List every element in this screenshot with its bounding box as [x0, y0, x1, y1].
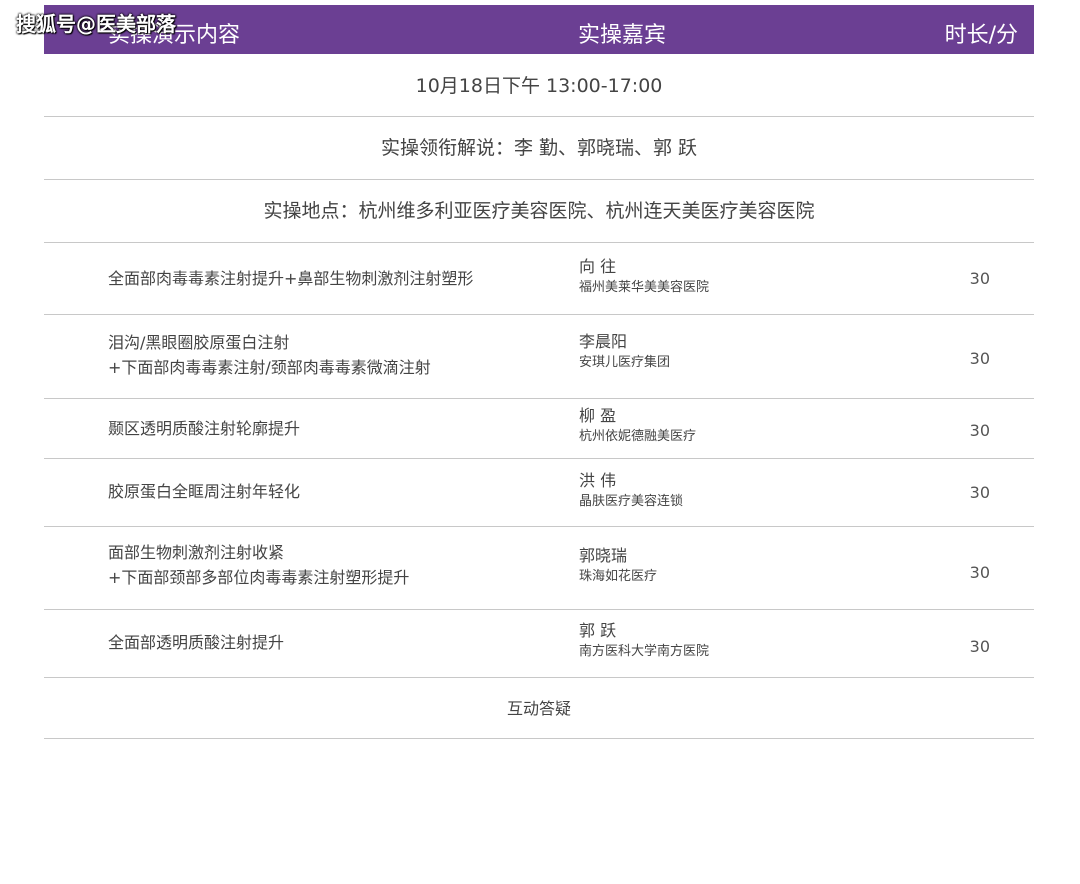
guest-organization: 珠海如花医疗	[579, 569, 658, 584]
topic-line: 泪沟/黑眼圈胶原蛋白注射	[108, 333, 290, 352]
session-date-row: 10月18日下午 13:00-17:00	[44, 54, 1034, 117]
session-venue-row: 实操地点：杭州维多利亚医疗美容医院、杭州连天美医疗美容医院	[44, 180, 1034, 243]
table-row: 面部生物刺激剂注射收紧 +下面部颈部多部位肉毒毒素注射塑形提升 郭晓瑞 珠海如花…	[44, 527, 1034, 610]
topic-cell: 全面部透明质酸注射提升	[108, 630, 284, 655]
schedule-table: 实操演示内容 实操嘉宾 时长/分 10月18日下午 13:00-17:00 实操…	[44, 5, 1034, 739]
guest-organization: 福州美莱华美美容医院	[579, 280, 710, 295]
topic-cell: 颞区透明质酸注射轮廓提升	[108, 416, 300, 441]
topic-line: +下面部颈部多部位肉毒毒素注射塑形提升	[108, 568, 410, 587]
header-duration-column: 时长/分	[944, 23, 1018, 48]
duration-cell: 30	[969, 269, 990, 288]
guest-organization: 晶肤医疗美容连锁	[579, 494, 684, 509]
guest-cell: 洪 伟 晶肤医疗美容连锁	[579, 470, 683, 512]
topic-line: 胶原蛋白全眶周注射年轻化	[108, 482, 301, 501]
table-row: 全面部肉毒毒素注射提升+鼻部生物刺激剂注射塑形 向 往 福州美莱华美美容医院 3…	[44, 243, 1034, 315]
session-lead-row: 实操领衔解说：李 勤、郭晓瑞、郭 跃	[44, 117, 1034, 180]
table-row: 胶原蛋白全眶周注射年轻化 洪 伟 晶肤医疗美容连锁 30	[44, 459, 1034, 527]
guest-name: 柳 盈	[579, 406, 617, 425]
topic-line: 全面部透明质酸注射提升	[108, 633, 285, 652]
duration-cell: 30	[969, 637, 990, 656]
guest-organization: 安琪儿医疗集团	[579, 355, 671, 370]
topic-cell: 胶原蛋白全眶周注射年轻化	[108, 479, 300, 504]
guest-organization: 南方医科大学南方医院	[579, 644, 710, 659]
guest-cell: 郭 跃 南方医科大学南方医院	[579, 620, 709, 662]
table-row: 泪沟/黑眼圈胶原蛋白注射 +下面部肉毒毒素注射/颈部肉毒毒素微滴注射 李晨阳 安…	[44, 315, 1034, 399]
guest-name: 郭 跃	[579, 621, 617, 640]
guest-name: 向 往	[579, 257, 617, 276]
duration-cell: 30	[969, 349, 990, 368]
topic-cell: 面部生物刺激剂注射收紧 +下面部颈部多部位肉毒毒素注射塑形提升	[108, 540, 409, 590]
guest-organization: 杭州依妮德融美医疗	[579, 429, 697, 444]
duration-cell: 30	[969, 421, 990, 440]
topic-line: 面部生物刺激剂注射收紧	[108, 543, 285, 562]
table-header: 实操演示内容 实操嘉宾 时长/分	[44, 5, 1034, 54]
guest-name: 郭晓瑞	[579, 546, 628, 565]
duration-cell: 30	[969, 483, 990, 502]
topic-line: 全面部肉毒毒素注射提升+鼻部生物刺激剂注射塑形	[108, 269, 474, 288]
qa-row: 互动答疑	[44, 678, 1034, 739]
topic-line: +下面部肉毒毒素注射/颈部肉毒毒素微滴注射	[108, 358, 431, 377]
guest-cell: 柳 盈 杭州依妮德融美医疗	[579, 405, 696, 447]
guest-cell: 李晨阳 安琪儿医疗集团	[579, 331, 670, 373]
guest-name: 洪 伟	[579, 471, 617, 490]
watermark-text: 搜狐号@医美部落	[16, 12, 176, 36]
topic-cell: 全面部肉毒毒素注射提升+鼻部生物刺激剂注射塑形	[108, 266, 473, 291]
guest-cell: 郭晓瑞 珠海如花医疗	[579, 545, 657, 587]
topic-line: 颞区透明质酸注射轮廓提升	[108, 419, 301, 438]
topic-cell: 泪沟/黑眼圈胶原蛋白注射 +下面部肉毒毒素注射/颈部肉毒毒素微滴注射	[108, 330, 431, 380]
table-row: 全面部透明质酸注射提升 郭 跃 南方医科大学南方医院 30	[44, 610, 1034, 678]
header-guest-column: 实操嘉宾	[578, 23, 667, 48]
guest-cell: 向 往 福州美莱华美美容医院	[579, 256, 709, 298]
guest-name: 李晨阳	[579, 332, 628, 351]
table-row: 颞区透明质酸注射轮廓提升 柳 盈 杭州依妮德融美医疗 30	[44, 399, 1034, 459]
duration-cell: 30	[969, 563, 990, 582]
